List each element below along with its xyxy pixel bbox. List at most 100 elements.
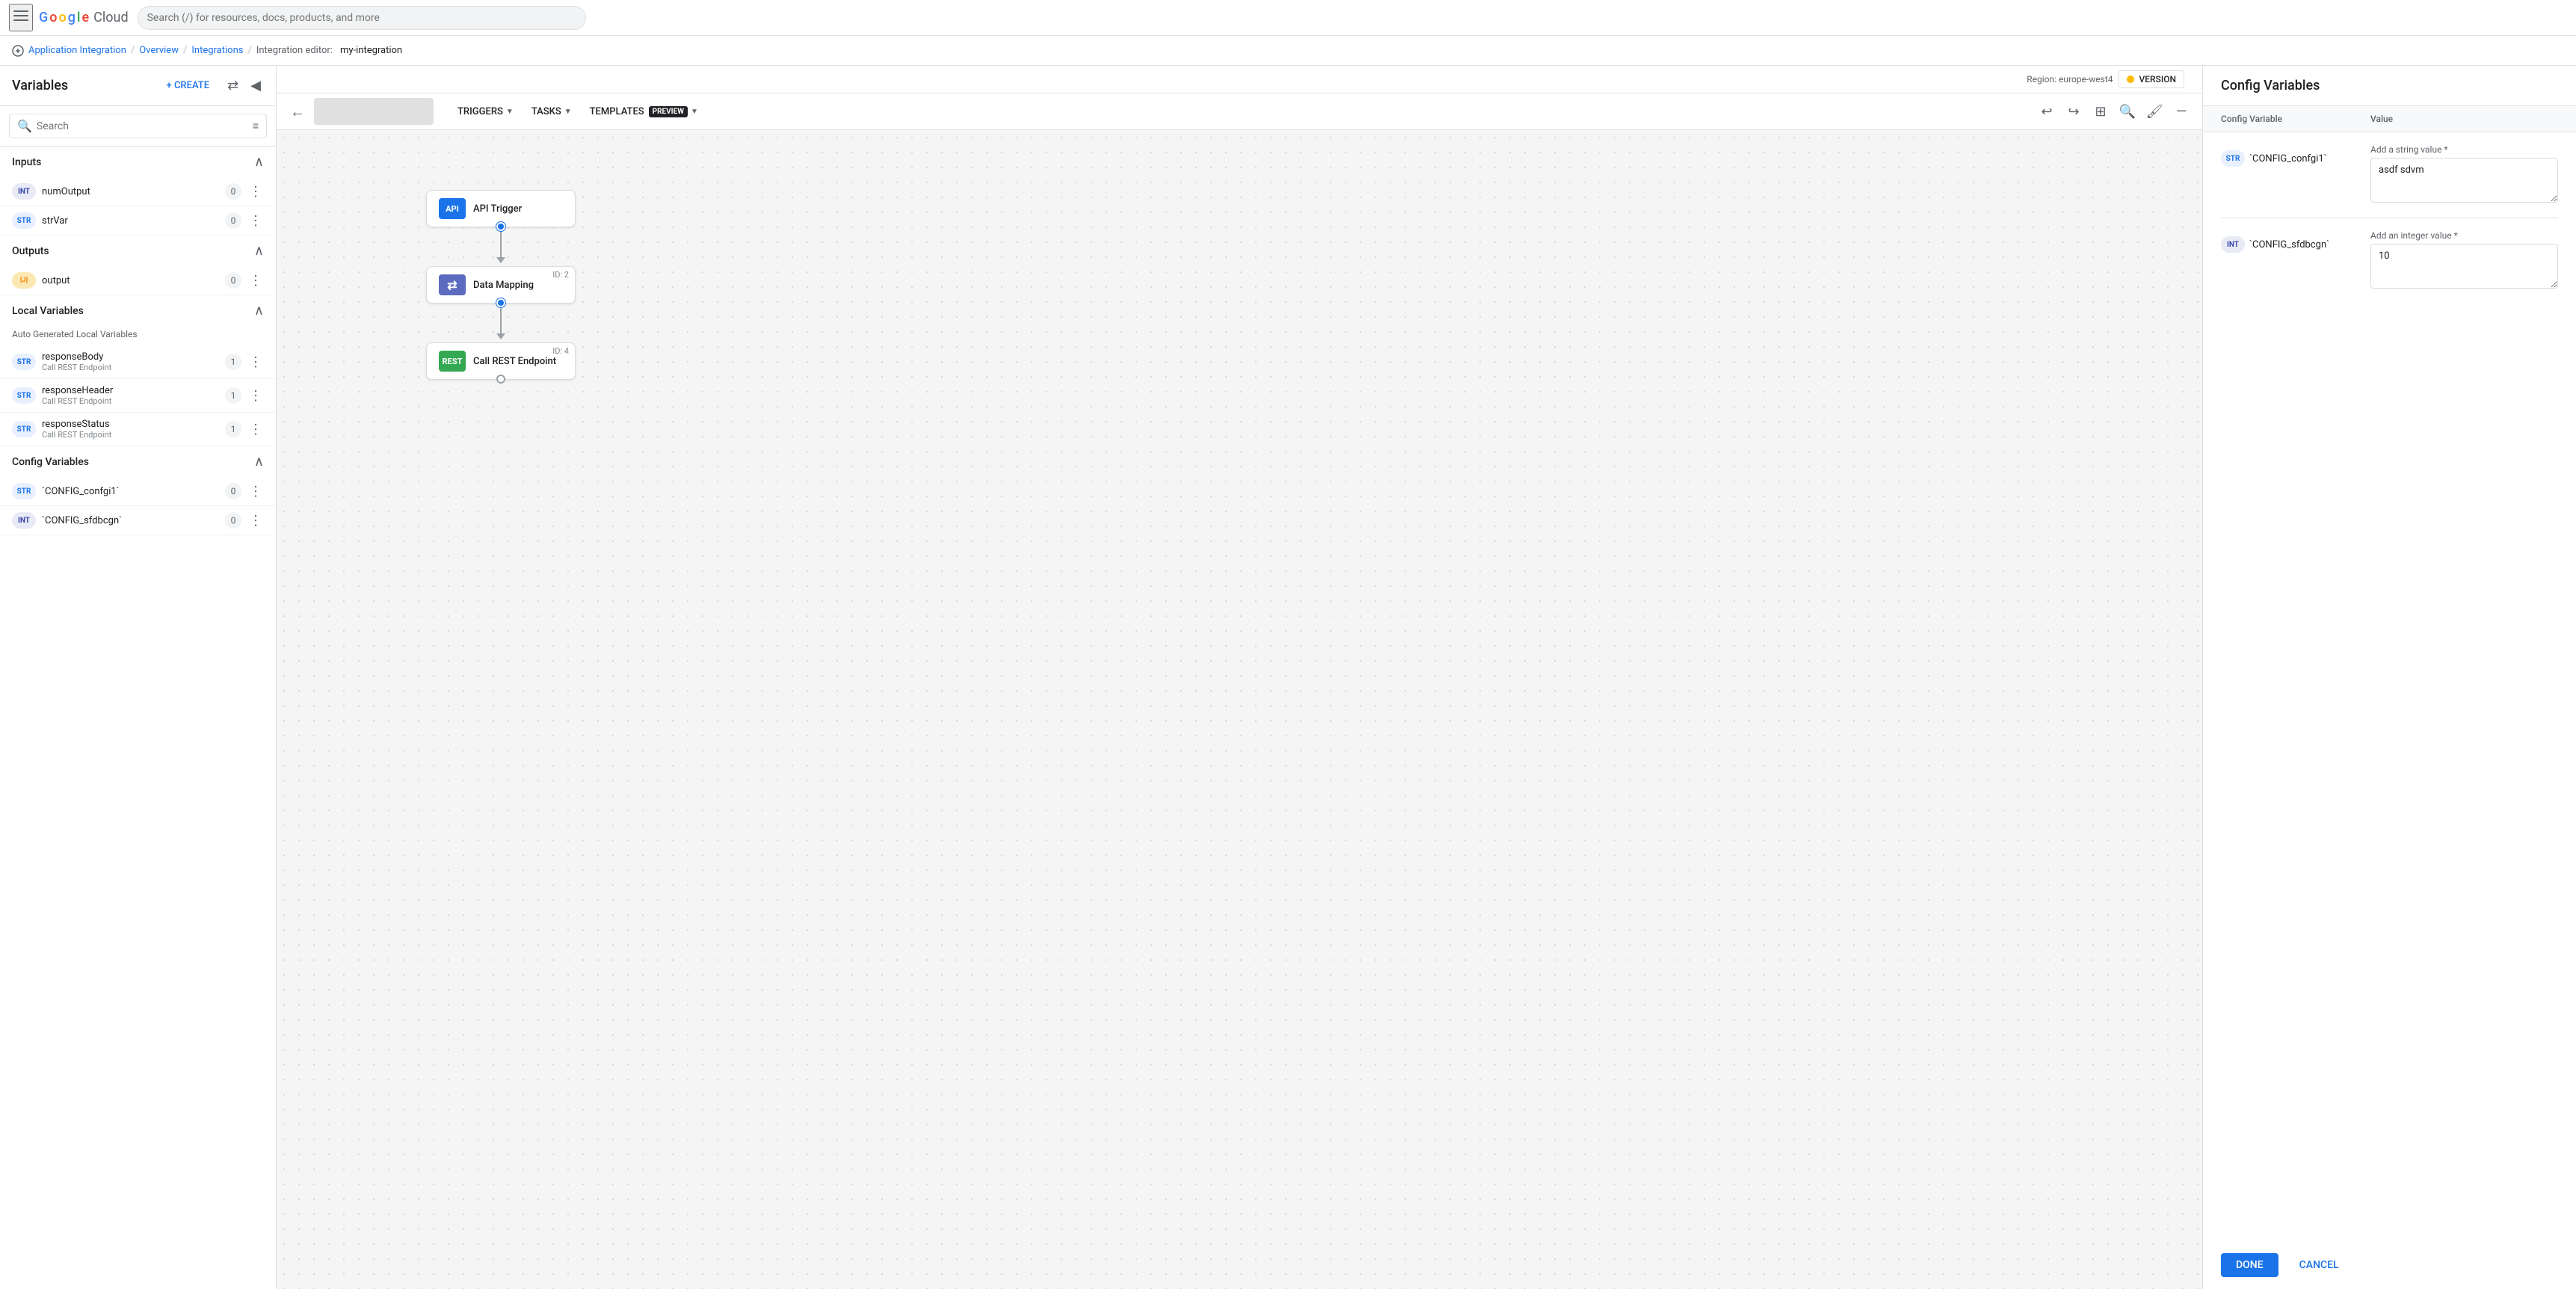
var-menu-button[interactable]: ⋮ [247, 213, 264, 229]
var-name: `CONFIG_sfdbcgn` [42, 515, 219, 526]
outputs-section-header[interactable]: Outputs ∧ [0, 236, 276, 266]
sidebar-collapse-button[interactable]: ◀ [247, 75, 264, 96]
panel-header: Config Variables [2203, 66, 2576, 106]
breadcrumb-overview[interactable]: Overview [139, 45, 179, 56]
rest-endpoint-node[interactable]: REST Call REST Endpoint ID: 4 [426, 342, 576, 380]
inputs-chevron-icon: ∧ [254, 154, 264, 170]
api-trigger-label: API Trigger [473, 203, 522, 215]
var-menu-button[interactable]: ⋮ [247, 484, 264, 499]
inputs-section-title: Inputs [12, 156, 41, 168]
tasks-button[interactable]: TASKS ▼ [524, 102, 579, 122]
back-button[interactable]: ← [286, 99, 309, 123]
topbar: Google Cloud [0, 0, 2576, 36]
canvas-controls: ↩ ↪ ⊞ 🔍 🖌 — [2035, 99, 2193, 123]
breadcrumb-integrations[interactable]: Integrations [191, 45, 243, 56]
undo-button[interactable]: ↩ [2035, 99, 2059, 123]
region-label: Region: europe-west4 [2027, 74, 2113, 84]
api-trigger-node-wrapper: API API Trigger [426, 190, 576, 263]
version-label: VERSION [2139, 74, 2176, 84]
region-version-bar: Region: europe-west4 VERSION [2027, 70, 2184, 88]
filter-icon[interactable]: ≡ [253, 120, 259, 132]
brush-button[interactable]: 🖌 [2142, 99, 2166, 123]
var-count: 1 [225, 387, 241, 404]
api-trigger-node[interactable]: API API Trigger [426, 190, 576, 227]
sidebar-header: Variables + CREATE ⇄ ◀ [0, 66, 276, 106]
var-name: responseHeader [42, 385, 219, 396]
filled-dot [496, 298, 505, 307]
var-sub-label: Call REST Endpoint [42, 396, 219, 406]
var-count: 0 [225, 272, 241, 289]
layout-button[interactable]: ⊞ [2089, 99, 2113, 123]
col-value-header: Value [2370, 114, 2558, 124]
var-menu-button[interactable]: ⋮ [247, 388, 264, 404]
global-search-bar[interactable] [138, 6, 586, 30]
tasks-caret-icon: ▼ [564, 108, 572, 116]
cancel-button[interactable]: CANCEL [2287, 1253, 2351, 1277]
flow-canvas[interactable]: API API Trigger ⇄ Data Mapping ID: 2 [277, 130, 2202, 1289]
var-menu-button[interactable]: ⋮ [247, 422, 264, 437]
local-variables-section-header[interactable]: Local Variables ∧ [0, 295, 276, 326]
config-var-name-1: STR `CONFIG_confgi1` [2221, 144, 2358, 167]
minus-button[interactable]: — [2169, 99, 2193, 123]
version-badge: VERSION [2119, 70, 2184, 88]
outputs-chevron-icon: ∧ [254, 243, 264, 259]
config-value-input-1[interactable]: asdf sdvm [2370, 158, 2558, 203]
config-row-2: INT `CONFIG_sfdbcgn` Add an integer valu… [2221, 230, 2558, 304]
breadcrumb-app-integration[interactable]: Application Integration [28, 45, 126, 56]
breadcrumb-integration-editor: Integration editor: [256, 45, 333, 56]
data-mapping-node[interactable]: ⇄ Data Mapping ID: 2 [426, 266, 576, 304]
var-menu-button[interactable]: ⋮ [247, 273, 264, 289]
outputs-section-title: Outputs [12, 245, 49, 257]
local-variables-chevron-icon: ∧ [254, 303, 264, 319]
variables-search-input[interactable] [37, 120, 245, 132]
redo-button[interactable]: ↪ [2062, 99, 2086, 123]
col-config-variable-header: Config Variable [2221, 114, 2370, 124]
filled-dot [496, 222, 505, 231]
var-menu-button[interactable]: ⋮ [247, 184, 264, 200]
flow-nodes-container: API API Trigger ⇄ Data Mapping ID: 2 [426, 190, 576, 380]
var-name: numOutput [42, 186, 219, 197]
variables-content: Inputs ∧ INT numOutput 0 ⋮ STR strVar 0 … [0, 147, 276, 1289]
var-name: responseStatus [42, 419, 219, 430]
zoom-button[interactable]: 🔍 [2116, 99, 2139, 123]
var-type-badge: STR [12, 483, 36, 499]
inputs-section-header[interactable]: Inputs ∧ [0, 147, 276, 177]
var-menu-button[interactable]: ⋮ [247, 354, 264, 370]
templates-button[interactable]: TEMPLATES PREVIEW ▼ [582, 102, 706, 122]
rest-node-icon: REST [439, 351, 466, 372]
var-menu-button[interactable]: ⋮ [247, 513, 264, 529]
create-variable-button[interactable]: + CREATE [158, 76, 219, 96]
hamburger-menu-button[interactable] [9, 4, 33, 31]
config-variables-section-header[interactable]: Config Variables ∧ [0, 446, 276, 477]
data-mapping-id: ID: 2 [552, 270, 569, 280]
config-value-input-2[interactable]: 10 [2370, 244, 2558, 289]
api-node-icon: API [439, 198, 466, 219]
flow-actions: TRIGGERS ▼ TASKS ▼ TEMPLATES PREVIEW ▼ [450, 102, 706, 122]
integration-name-input[interactable] [314, 98, 434, 125]
list-item: STR responseStatus Call REST Endpoint 1 … [0, 413, 276, 446]
integration-name: my-integration [340, 45, 402, 56]
list-item: {J} output 0 ⋮ [0, 266, 276, 295]
list-item: STR responseBody Call REST Endpoint 1 ⋮ [0, 345, 276, 379]
sidebar-toggle-button[interactable]: ⇄ [224, 75, 241, 96]
auto-generated-label: Auto Generated Local Variables [0, 326, 276, 345]
var-type-badge: STR [12, 212, 36, 229]
rest-endpoint-node-wrapper: REST Call REST Endpoint ID: 4 [426, 342, 576, 380]
data-mapping-node-icon: ⇄ [439, 274, 466, 295]
config-variables-chevron-icon: ∧ [254, 454, 264, 470]
data-mapping-node-wrapper: ⇄ Data Mapping ID: 2 [426, 266, 576, 339]
data-mapping-bottom-connector [496, 298, 505, 307]
var-name: `CONFIG_confgi1` [42, 486, 219, 497]
list-item: INT `CONFIG_sfdbcgn` 0 ⋮ [0, 506, 276, 535]
triggers-button[interactable]: TRIGGERS ▼ [450, 102, 521, 122]
global-search-input[interactable] [147, 12, 576, 24]
local-variables-section-title: Local Variables [12, 305, 84, 317]
panel-table-header: Config Variable Value [2203, 106, 2576, 132]
done-button[interactable]: DONE [2221, 1253, 2278, 1277]
breadcrumb: Application Integration / Overview / Int… [0, 36, 2576, 66]
search-container: 🔍 ≡ [0, 106, 276, 147]
var-count: 0 [225, 483, 241, 499]
config-variables-section-title: Config Variables [12, 456, 89, 468]
var-type-badge: STR [12, 387, 36, 404]
var-count: 1 [225, 421, 241, 437]
